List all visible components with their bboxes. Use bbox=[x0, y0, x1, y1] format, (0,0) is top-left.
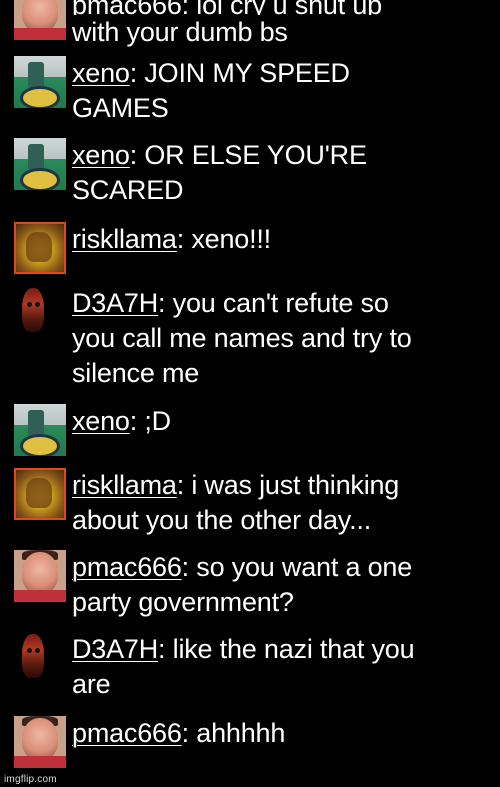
avatar-eye bbox=[35, 302, 40, 307]
message-text: pmac666: so you want a one party governm… bbox=[72, 550, 412, 620]
avatar-eye bbox=[27, 648, 32, 653]
chat-message: D3A7H: you can't refute so you call me n… bbox=[0, 286, 500, 404]
pmac-avatar[interactable] bbox=[14, 0, 66, 40]
message-line: are bbox=[72, 669, 111, 699]
message-line: about you the other day... bbox=[72, 505, 372, 535]
avatar-shirt bbox=[14, 28, 66, 40]
message-text: xeno: OR ELSE YOU'RE SCARED bbox=[72, 138, 367, 208]
message-text: D3A7H: you can't refute so you call me n… bbox=[72, 286, 412, 391]
username-link[interactable]: xeno bbox=[72, 140, 130, 170]
username-link[interactable]: D3A7H bbox=[72, 288, 158, 318]
username-link[interactable]: xeno bbox=[72, 406, 130, 436]
chat-message: pmac666: ahhhhh bbox=[0, 716, 500, 780]
avatar-eye bbox=[27, 302, 32, 307]
message-text: D3A7H: like the nazi that you are bbox=[72, 632, 415, 702]
message-line: : so you want a one bbox=[181, 552, 413, 582]
avatar-eye bbox=[35, 648, 40, 653]
message-line: : you can't refute so bbox=[158, 288, 389, 318]
message-text: riskllama: i was just thinking about you… bbox=[72, 468, 399, 538]
chat-message: xeno: JOIN MY SPEED GAMES bbox=[0, 56, 500, 138]
message-line: with your dumb bs bbox=[72, 17, 288, 47]
chat-message: D3A7H: like the nazi that you are bbox=[0, 632, 500, 716]
message-line: : like the nazi that you bbox=[158, 634, 415, 664]
pmac-avatar[interactable] bbox=[14, 550, 66, 602]
chat-message: riskllama: xeno!!! bbox=[0, 222, 500, 286]
message-line: SCARED bbox=[72, 175, 184, 205]
message-line: : OR ELSE YOU'RE bbox=[129, 140, 367, 170]
message-line: silence me bbox=[72, 358, 200, 388]
pmac-avatar[interactable] bbox=[14, 716, 66, 768]
username-link[interactable]: xeno bbox=[72, 58, 130, 88]
message-line: GAMES bbox=[72, 93, 169, 123]
avatar-shirt bbox=[14, 590, 66, 602]
message-line: : i was just thinking bbox=[176, 470, 400, 500]
watermark: imgflip.com bbox=[4, 774, 57, 785]
message-text: xeno: ;D bbox=[72, 404, 171, 439]
message-text: riskllama: xeno!!! bbox=[72, 222, 271, 257]
username-link[interactable]: riskllama bbox=[72, 224, 177, 254]
message-line: you call me names and try to bbox=[72, 323, 412, 353]
chat-message: xeno: ;D bbox=[0, 404, 500, 468]
avatar-face bbox=[22, 718, 58, 760]
chat-message: xeno: OR ELSE YOU'RE SCARED bbox=[0, 138, 500, 222]
avatar-ball bbox=[20, 86, 60, 108]
chat-message: riskllama: i was just thinking about you… bbox=[0, 468, 500, 550]
avatar-ball bbox=[20, 434, 60, 456]
message-text: pmac666: ahhhhh bbox=[72, 716, 285, 751]
message-line: : JOIN MY SPEED bbox=[129, 58, 350, 88]
chat-log: pmac666: lol cry u shut up with your dum… bbox=[0, 0, 500, 780]
avatar-figure bbox=[28, 410, 44, 436]
avatar-figure bbox=[28, 62, 44, 88]
avatar-figure bbox=[28, 144, 44, 170]
message-line: : ;D bbox=[129, 406, 171, 436]
d3a7h-avatar[interactable] bbox=[14, 632, 66, 684]
xeno-avatar[interactable] bbox=[14, 138, 66, 190]
xeno-avatar[interactable] bbox=[14, 56, 66, 108]
message-text: xeno: JOIN MY SPEED GAMES bbox=[72, 56, 350, 126]
xeno-avatar[interactable] bbox=[14, 404, 66, 456]
avatar-figure bbox=[26, 232, 52, 262]
username-link[interactable]: pmac666 bbox=[72, 552, 182, 582]
avatar-figure bbox=[26, 478, 52, 508]
avatar-face bbox=[22, 552, 58, 594]
message-line: pmac666: lol cry u shut up bbox=[72, 0, 382, 15]
avatar-ball bbox=[20, 168, 60, 190]
chat-message: pmac666: so you want a one party governm… bbox=[0, 550, 500, 632]
avatar-face bbox=[22, 288, 44, 332]
riskllama-avatar[interactable] bbox=[14, 468, 66, 520]
d3a7h-avatar[interactable] bbox=[14, 286, 66, 338]
username-link[interactable]: riskllama bbox=[72, 470, 177, 500]
username-link[interactable]: pmac666 bbox=[72, 718, 182, 748]
message-text: pmac666: lol cry u shut up with your dum… bbox=[72, 0, 382, 50]
chat-message: pmac666: lol cry u shut up with your dum… bbox=[0, 0, 500, 56]
avatar-shirt bbox=[14, 756, 66, 768]
avatar-face bbox=[22, 634, 44, 678]
message-line: : ahhhhh bbox=[181, 718, 286, 748]
message-line: : xeno!!! bbox=[176, 224, 271, 254]
message-line: party government? bbox=[72, 587, 294, 617]
riskllama-avatar[interactable] bbox=[14, 222, 66, 274]
username-link[interactable]: D3A7H bbox=[72, 634, 158, 664]
